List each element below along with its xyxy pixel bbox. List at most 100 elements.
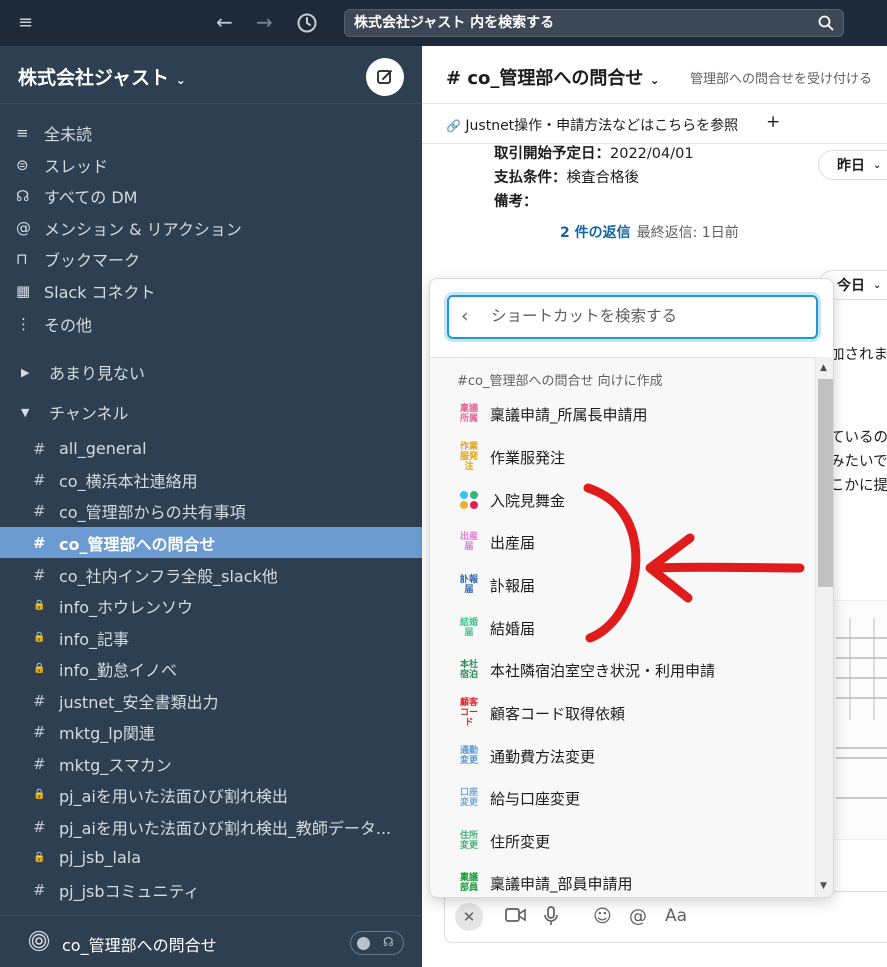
customer-code-icon: 顧客コード (459, 698, 478, 728)
threads-icon: ⊜ (16, 155, 29, 174)
commute-change-icon: 通勤変更 (459, 746, 478, 766)
lock-icon: 🔒 (33, 852, 46, 863)
sidebar: 株式会社ジャスト ⌄ ≡ 全未読 ⊜ スレッド ☊ すべての DM @ メンション & … (0, 46, 422, 967)
workspace-name[interactable]: 株式会社ジャスト ⌄ (18, 63, 186, 90)
channel-title[interactable]: # co_管理部への問合せ ⌄ (446, 64, 660, 90)
scroll-up-icon[interactable]: ▲ (820, 363, 827, 373)
channel-item[interactable]: 🔒 pj_aiを用いた法面ひび割れ検出 (0, 779, 422, 810)
hash-icon: # (33, 439, 46, 458)
hash-icon: # (33, 470, 46, 489)
message-fragment: こかに提 (830, 478, 887, 494)
shortcut-item[interactable]: 顧客コード 顧客コード取得依頼 (430, 693, 815, 733)
section-less-viewed[interactable]: ▶ あまり見ない (0, 358, 422, 386)
nav-all-dms[interactable]: ☊ すべての DM (0, 180, 422, 211)
shortcut-popup: ‹ #co_管理部への問合せ 向けに作成 稟議所属稟議申請_所属長申請用 作業服… (429, 278, 834, 898)
forward-arrow-icon[interactable]: → (256, 12, 273, 32)
shortcut-item[interactable]: 本社宿泊 本社隣宿泊室空き状況・利用申請 (430, 650, 815, 690)
message-line: 備考： (494, 194, 538, 210)
channel-item[interactable]: 🔒 info_ホウレンソウ (0, 590, 422, 621)
thread-replies[interactable]: 2 件の返信 最終返信: 1日前 (560, 222, 739, 242)
channel-item[interactable]: # pj_jsbコミュニティ (0, 874, 422, 905)
nav-bookmarks[interactable]: ⊓ ブックマーク (0, 243, 422, 274)
nav-threads[interactable]: ⊜ スレッド (0, 149, 422, 180)
huddle-footer: co_管理部への問合せ ☊ (0, 915, 422, 967)
channel-item[interactable]: # justnet_安全書類出力 (0, 685, 422, 716)
message-line: 取引開始予定日：2022/04/01 (494, 146, 694, 162)
shortcut-section-header: #co_管理部への問合せ 向けに作成 (457, 374, 663, 389)
emoji-icon[interactable]: ☺ (593, 906, 612, 927)
shortcut-item[interactable]: 作業服発注 作業服発注 (430, 437, 815, 477)
shortcut-item[interactable]: 訃報届 訃報届 (430, 565, 815, 605)
nav-all-unread[interactable]: ≡ 全未読 (0, 117, 422, 148)
message-composer[interactable]: ✕ ☺ @ Aa (444, 891, 887, 943)
shortcut-search-input[interactable] (491, 307, 801, 325)
shortcut-item[interactable]: 出産届 出産届 (430, 522, 815, 562)
scroll-thumb[interactable] (818, 379, 833, 587)
shortcut-item[interactable]: 住所変更 住所変更 (430, 821, 815, 861)
caret-down-icon: ▼ (21, 405, 30, 419)
shortcut-item[interactable]: 稟議部員 稟議申請_部員申請用 (430, 863, 815, 897)
nav-slack-connect[interactable]: ▦ Slack コネクト (0, 275, 422, 306)
channel-topic[interactable]: 管理部への問合せを受け付ける (690, 68, 872, 87)
microphone-icon[interactable] (543, 906, 559, 931)
search-icon[interactable] (818, 15, 834, 35)
address-change-icon: 住所変更 (459, 831, 478, 851)
add-bookmark-button[interactable]: + (766, 112, 780, 132)
shortcut-item[interactable]: 入院見舞金 (430, 480, 815, 520)
all-unread-icon: ≡ (16, 123, 29, 142)
history-icon[interactable] (296, 12, 318, 38)
lock-icon: 🔒 (33, 789, 46, 800)
shortcut-item[interactable]: 結婚届 結婚届 (430, 608, 815, 648)
section-channels[interactable]: ▼ チャンネル (0, 398, 422, 426)
channel-item[interactable]: # co_社内インフラ全般_slack他 (0, 559, 422, 590)
channel-item[interactable]: 🔒 info_勤怠イノベ (0, 653, 422, 684)
nav-mentions[interactable]: @ メンション & リアクション (0, 212, 422, 243)
caret-right-icon: ▶ (21, 365, 30, 379)
back-arrow-icon[interactable]: ← (216, 12, 233, 32)
chevron-down-icon: ⌄ (175, 73, 186, 87)
bookmark-link[interactable]: 🔗 Justnet操作・申請方法などはこちらを参照 (446, 115, 738, 135)
compose-button[interactable] (366, 58, 404, 96)
building-icon: ▦ (16, 281, 31, 300)
channel-item[interactable]: 🔒 info_記事 (0, 622, 422, 653)
channel-item[interactable]: 🔒 pj_jsb_lala (0, 842, 422, 873)
channel-item[interactable]: # co_管理部からの共有事項 (0, 495, 422, 526)
shortcut-scrollbar[interactable]: ▲ ▼ (815, 357, 833, 897)
channel-item[interactable]: # pj_aiを用いた法面ひび割れ検出_教師データ... (0, 811, 422, 842)
work-clothes-icon: 作業服発注 (459, 442, 478, 472)
shortcut-search-box[interactable]: ‹ (447, 295, 818, 339)
mention-icon: @ (16, 218, 31, 237)
toggle-knob (357, 937, 370, 950)
attachment-thumbnail[interactable] (829, 599, 887, 841)
formatting-icon[interactable]: Aa (665, 906, 687, 926)
birth-report-icon: 出産届 (459, 532, 478, 552)
message-fragment: みたいで (830, 454, 887, 470)
mention-icon[interactable]: @ (629, 906, 647, 927)
close-icon[interactable]: ✕ (455, 903, 483, 931)
huddle-channel-label: co_管理部への問合せ (62, 936, 217, 955)
channel-item[interactable]: # all_general (0, 433, 422, 464)
top-bar: ≡ ← → (0, 0, 887, 46)
huddle-toggle[interactable]: ☊ (350, 931, 404, 955)
search-bar[interactable] (344, 9, 844, 37)
chevron-left-icon[interactable]: ‹ (461, 305, 469, 327)
channel-item[interactable]: # mktg_スマカン (0, 748, 422, 779)
shortcut-item[interactable]: 口座変更 給与口座変更 (430, 778, 815, 818)
workspace-header[interactable]: 株式会社ジャスト ⌄ (0, 46, 422, 104)
video-icon[interactable] (505, 906, 527, 929)
channel-item[interactable]: # mktg_lp関連 (0, 716, 422, 747)
lodging-icon: 本社宿泊 (459, 660, 478, 680)
search-input[interactable] (354, 14, 804, 30)
message-fragment: ているの (830, 430, 887, 446)
channel-item-active[interactable]: # co_管理部への問合せ (0, 527, 422, 558)
link-icon: 🔗 (446, 119, 461, 133)
menu-icon[interactable]: ≡ (18, 14, 33, 32)
day-divider-yesterday[interactable]: 昨日 ⌄ (818, 150, 887, 180)
shortcut-item[interactable]: 通勤変更 通勤費方法変更 (430, 736, 815, 776)
channel-item[interactable]: # co_横浜本社連絡用 (0, 464, 422, 495)
message-line: 支払条件：検査合格後 (494, 170, 639, 186)
scroll-down-icon[interactable]: ▼ (820, 881, 827, 891)
shortcut-list: #co_管理部への問合せ 向けに作成 稟議所属 稟議申請_所属長申請用 作業服発注… (430, 357, 815, 897)
shortcut-item[interactable]: 稟議所属 稟議申請_所属長申請用 (430, 394, 815, 434)
nav-more[interactable]: ⋮ その他 (0, 308, 422, 339)
